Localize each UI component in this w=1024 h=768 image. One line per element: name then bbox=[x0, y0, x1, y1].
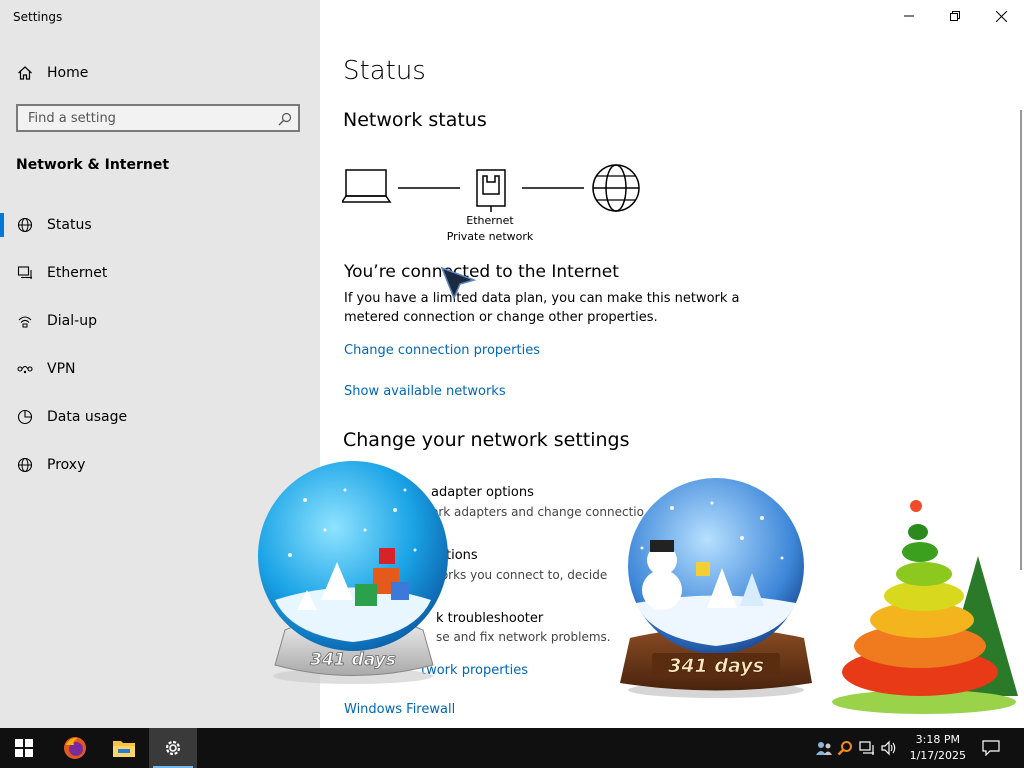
ethernet-icon bbox=[16, 264, 34, 282]
windows-logo-icon bbox=[15, 739, 33, 757]
sidebar-item-label: Status bbox=[47, 217, 92, 233]
clock-date: 1/17/2025 bbox=[909, 749, 966, 762]
christmas-tree-gadget[interactable] bbox=[828, 496, 1024, 722]
clock[interactable]: 3:18 PM 1/17/2025 bbox=[910, 732, 966, 764]
minimize-icon bbox=[904, 15, 914, 17]
sidebar-item-label: Data usage bbox=[47, 409, 128, 425]
data-usage-icon bbox=[16, 408, 34, 426]
snow-globe-left[interactable]: 341 days bbox=[255, 460, 455, 686]
network-type: Private network bbox=[446, 230, 534, 243]
gear-icon bbox=[165, 740, 181, 756]
sidebar-item-label: Proxy bbox=[47, 457, 86, 473]
vpn-icon bbox=[16, 360, 34, 378]
close-icon bbox=[995, 10, 1007, 22]
sharing-options-subtitle: works you connect to, decide bbox=[431, 568, 608, 582]
taskbar: 3:18 PM 1/17/2025 bbox=[0, 728, 1024, 768]
status-icon bbox=[16, 216, 34, 234]
sidebar-item-label: Dial-up bbox=[47, 313, 97, 329]
globe-left-label: 341 days bbox=[310, 650, 396, 670]
connected-heading: You’re connected to the Internet bbox=[344, 262, 619, 282]
search-tray-icon[interactable] bbox=[834, 740, 856, 756]
home-label: Home bbox=[47, 65, 89, 81]
people-icon[interactable] bbox=[814, 740, 834, 756]
internet-globe-icon bbox=[592, 164, 640, 212]
sidebar-item-label: Ethernet bbox=[47, 265, 108, 281]
volume-icon[interactable] bbox=[878, 740, 900, 756]
dialup-icon bbox=[16, 312, 34, 330]
restore-button[interactable] bbox=[932, 0, 978, 32]
home-nav-item[interactable]: Home bbox=[16, 62, 88, 84]
clock-time: 3:18 PM bbox=[915, 733, 960, 746]
troubleshooter-subtitle: se and fix network problems. bbox=[436, 630, 611, 644]
sidebar-item-vpn[interactable]: VPN bbox=[0, 349, 320, 397]
page-title: Status bbox=[343, 56, 426, 86]
minimize-button[interactable] bbox=[886, 0, 932, 32]
app-title: Settings bbox=[13, 10, 63, 24]
restore-icon bbox=[950, 11, 960, 21]
search-input[interactable] bbox=[18, 106, 268, 130]
home-icon bbox=[16, 64, 34, 82]
change-connection-properties-link[interactable]: Change connection properties bbox=[344, 343, 540, 358]
folder-icon bbox=[113, 741, 135, 757]
sidebar-item-data-usage[interactable]: Data usage bbox=[0, 397, 320, 445]
network-tray-icon[interactable] bbox=[856, 740, 878, 756]
laptop-icon bbox=[342, 169, 392, 203]
firefox-taskbar-button[interactable] bbox=[51, 728, 99, 768]
network-status-heading: Network status bbox=[343, 109, 487, 131]
network-caption: Ethernet Private network bbox=[430, 213, 550, 245]
notification-icon bbox=[982, 740, 1000, 756]
file-explorer-taskbar-button[interactable] bbox=[100, 728, 148, 768]
globe-right-label: 341 days bbox=[668, 655, 764, 677]
sidebar-item-dialup[interactable]: Dial-up bbox=[0, 301, 320, 349]
settings-taskbar-button[interactable] bbox=[149, 728, 197, 768]
window-controls bbox=[886, 0, 1024, 32]
ethernet-port-icon bbox=[476, 169, 506, 212]
action-center-button[interactable] bbox=[968, 728, 1014, 768]
system-tray bbox=[814, 728, 900, 768]
sidebar-nav: Status Ethernet Dial-up VPN Data usage P… bbox=[0, 205, 320, 493]
mouse-cursor-icon bbox=[440, 266, 476, 300]
sidebar-item-label: VPN bbox=[47, 361, 76, 377]
sidebar-item-status[interactable]: Status bbox=[0, 205, 320, 253]
show-available-networks-link[interactable]: Show available networks bbox=[344, 384, 506, 399]
globe-icon bbox=[16, 456, 34, 474]
windows-firewall-link[interactable]: Windows Firewall bbox=[344, 702, 455, 717]
start-button[interactable] bbox=[0, 728, 48, 768]
search-icon[interactable] bbox=[278, 111, 292, 126]
adapter-name: Ethernet bbox=[466, 214, 514, 227]
section-title: Network & Internet bbox=[16, 157, 170, 173]
firefox-icon bbox=[64, 737, 86, 759]
connected-description: If you have a limited data plan, you can… bbox=[344, 291, 740, 325]
snow-globe-right[interactable]: 341 days bbox=[612, 478, 822, 698]
change-network-settings-heading: Change your network settings bbox=[343, 429, 630, 451]
search-box[interactable] bbox=[16, 104, 300, 132]
sidebar-item-ethernet[interactable]: Ethernet bbox=[0, 253, 320, 301]
close-button[interactable] bbox=[978, 0, 1024, 32]
